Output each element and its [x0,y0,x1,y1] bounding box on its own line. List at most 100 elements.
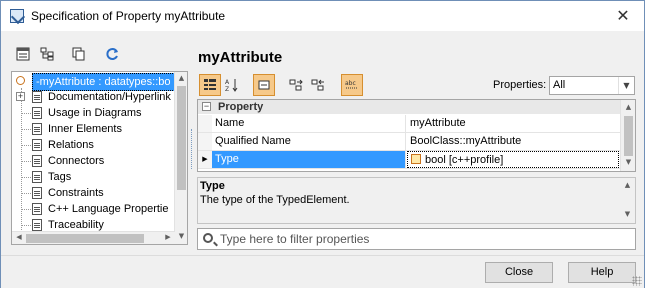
tree-item-label: C++ Language Propertie [48,203,169,215]
dialog-footer: Close Help [1,255,644,288]
grid-vertical-scrollbar[interactable]: ▲ ▼ [620,100,635,171]
tree-item-label: Constraints [48,187,104,199]
tree-item-relations[interactable]: Relations [12,137,175,153]
filter-properties-input[interactable] [220,231,620,247]
scroll-right-arrow-icon[interactable]: ▶ [163,233,173,244]
window-title: Specification of Property myAttribute [31,9,226,23]
tree-branch [21,177,31,178]
tree-item-connectors[interactable]: Connectors [12,153,175,169]
chevron-down-icon[interactable]: ▼ [618,77,634,94]
tree-branch [21,145,31,146]
specification-tree: -myAttribute : datatypes::bo + Documenta… [11,71,188,245]
panel-splitter[interactable] [191,129,193,169]
datatype-icon [411,154,421,164]
property-icon [16,76,25,85]
property-group-header[interactable]: − Property [198,100,620,114]
element-title: myAttribute [198,49,283,66]
close-button[interactable]: Close [485,262,553,283]
tree-item-usage-in-diagrams[interactable]: Usage in Diagrams [12,105,175,121]
tree-branch [21,161,31,162]
tree-branch [21,225,31,226]
description-text: The type of the TypedElement. [200,194,350,206]
tree-horizontal-scrollbar[interactable]: ◀ ▶ [12,231,175,244]
tree-item-label: Connectors [48,155,105,167]
properties-filter-label: Properties: [493,79,547,91]
property-name: Name [212,115,406,132]
search-icon [203,233,213,243]
close-window-icon[interactable]: ✕ [610,4,636,28]
scroll-down-arrow-icon[interactable]: ▼ [623,210,632,220]
properties-filter-value: All [553,79,566,91]
property-grid: − Property Name myAttribute Qualified Na… [197,99,636,172]
scroll-thumb[interactable] [26,234,144,243]
tree-item-documentation[interactable]: + Documentation/Hyperlink [12,89,175,105]
scroll-thumb[interactable] [624,116,633,156]
property-description-panel: Type The type of the TypedElement. ▲ ▼ [197,177,636,224]
collapse-icon[interactable]: − [202,102,211,111]
properties-filter-select[interactable]: All ▼ [549,76,635,95]
tree-item-label: Tags [48,171,72,183]
page-icon [32,107,42,119]
resize-grip[interactable] [632,276,642,286]
property-row-type[interactable]: ▶ Type bool [c++profile] [198,151,620,169]
page-icon [32,187,42,199]
property-name: Qualified Name [212,133,406,150]
scroll-up-arrow-icon[interactable]: ▲ [624,103,633,113]
scroll-left-arrow-icon[interactable]: ◀ [14,233,24,244]
scroll-down-arrow-icon[interactable]: ▼ [177,232,186,242]
tree-item-cpp-language-properties[interactable]: C++ Language Propertie [12,201,175,217]
property-value[interactable]: bool [c++profile] [407,151,619,168]
scroll-thumb[interactable] [177,86,186,190]
page-icon [32,91,42,103]
tree-item-inner-elements[interactable]: Inner Elements [12,121,175,137]
scroll-up-arrow-icon[interactable]: ▲ [623,181,632,191]
list-view-icon[interactable] [14,45,32,63]
show-descriptions-icon[interactable] [253,74,275,96]
property-value[interactable]: myAttribute [407,115,619,132]
property-value-text: bool [c++profile] [425,154,504,166]
filter-box [197,228,636,250]
tree-root-item[interactable]: -myAttribute : datatypes::bo [12,73,175,91]
property-group-label: Property [218,101,264,113]
row-pointer-icon: ▶ [198,151,212,168]
expand-icon[interactable]: + [16,92,25,101]
tree-branch [21,129,31,130]
help-button[interactable]: Help [568,262,636,283]
scroll-up-arrow-icon[interactable]: ▲ [177,74,186,84]
tree-item-label: Documentation/Hyperlink [48,91,171,103]
collapse-all-icon[interactable] [307,74,329,96]
refresh-icon[interactable] [104,45,122,63]
svg-text:A: A [225,79,230,86]
title-bar: Specification of Property myAttribute ✕ [1,1,644,31]
tree-structure-icon[interactable] [38,45,56,63]
sort-alphabetical-icon[interactable]: AZ [221,74,243,96]
property-row-name[interactable]: Name myAttribute [198,115,620,133]
copy-icon[interactable] [70,45,88,63]
categorized-view-icon[interactable] [199,74,221,96]
tree-item-label: Relations [48,139,94,151]
property-value[interactable]: BoolClass::myAttribute [407,133,619,150]
tree-vertical-scrollbar[interactable]: ▲ ▼ [174,72,187,244]
description-scrollbar[interactable]: ▲ ▼ [620,178,635,223]
page-icon [32,155,42,167]
tree-branch [21,209,31,210]
page-icon [32,203,42,215]
page-icon [32,123,42,135]
tree-item-tags[interactable]: Tags [12,169,175,185]
property-row-qualified-name[interactable]: Qualified Name BoolClass::myAttribute [198,133,620,151]
tree-item-label: Usage in Diagrams [48,107,142,119]
expand-all-icon[interactable] [285,74,307,96]
left-toolbar [10,41,190,71]
row-gutter [198,133,212,150]
svg-text:Z: Z [225,86,229,92]
scroll-down-arrow-icon[interactable]: ▼ [624,158,633,168]
tree-branch [21,193,31,194]
row-gutter [198,115,212,132]
description-title: Type [200,180,225,192]
tree-item-constraints[interactable]: Constraints [12,185,175,201]
page-icon [32,171,42,183]
page-icon [32,219,42,231]
specification-dialog: Specification of Property myAttribute ✕ … [0,0,645,288]
show-abc-values-icon[interactable]: abc [341,74,363,96]
tree-branch [21,113,31,114]
